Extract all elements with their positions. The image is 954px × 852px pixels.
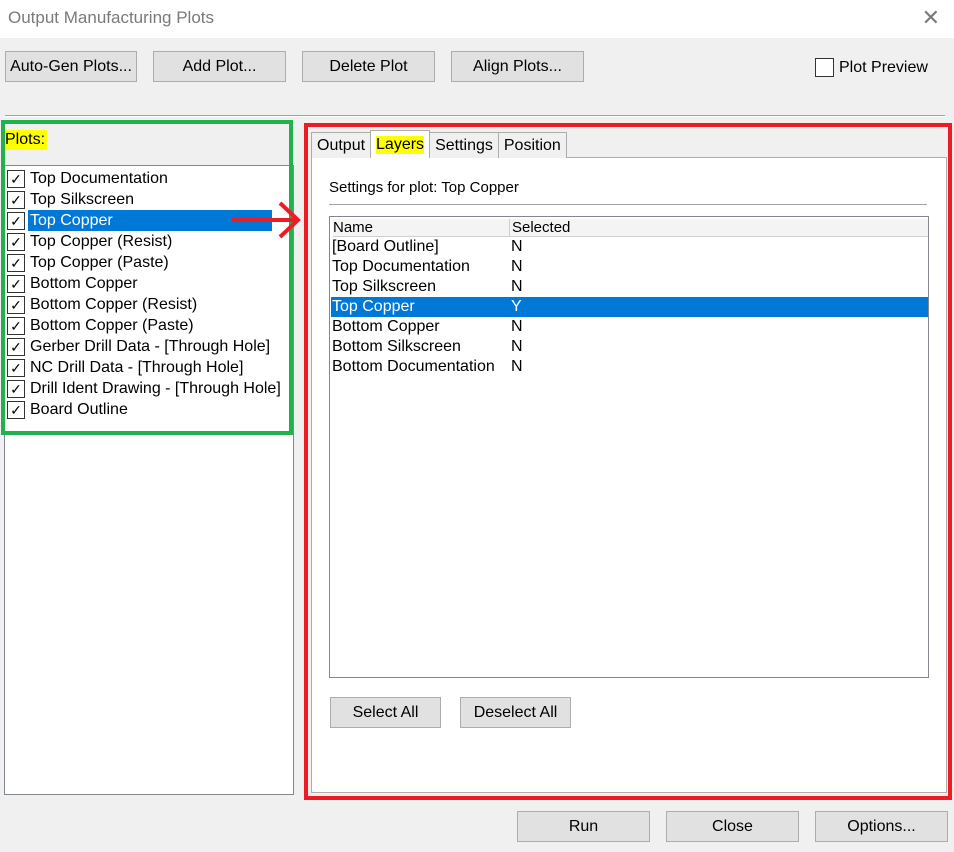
delete-plot-button[interactable]: Delete Plot xyxy=(302,51,435,82)
add-plot-button[interactable]: Add Plot... xyxy=(153,51,286,82)
plots-annotation-box xyxy=(1,120,293,435)
divider-highlight xyxy=(5,116,945,117)
options-button[interactable]: Options... xyxy=(815,811,948,842)
arrow-right-icon xyxy=(232,201,301,239)
run-button[interactable]: Run xyxy=(517,811,650,842)
plot-preview-toggle[interactable]: Plot Preview xyxy=(815,58,928,77)
auto-gen-plots-button[interactable]: Auto-Gen Plots... xyxy=(5,51,137,82)
close-button[interactable]: Close xyxy=(666,811,799,842)
layers-annotation-box xyxy=(304,123,952,800)
window-title: Output Manufacturing Plots xyxy=(8,8,215,27)
close-icon[interactable]: ✕ xyxy=(922,5,940,31)
align-plots-button[interactable]: Align Plots... xyxy=(451,51,584,82)
plot-preview-label: Plot Preview xyxy=(839,58,928,76)
plot-preview-checkbox[interactable] xyxy=(815,58,834,77)
title-bar: Output Manufacturing Plots ✕ xyxy=(0,0,954,38)
